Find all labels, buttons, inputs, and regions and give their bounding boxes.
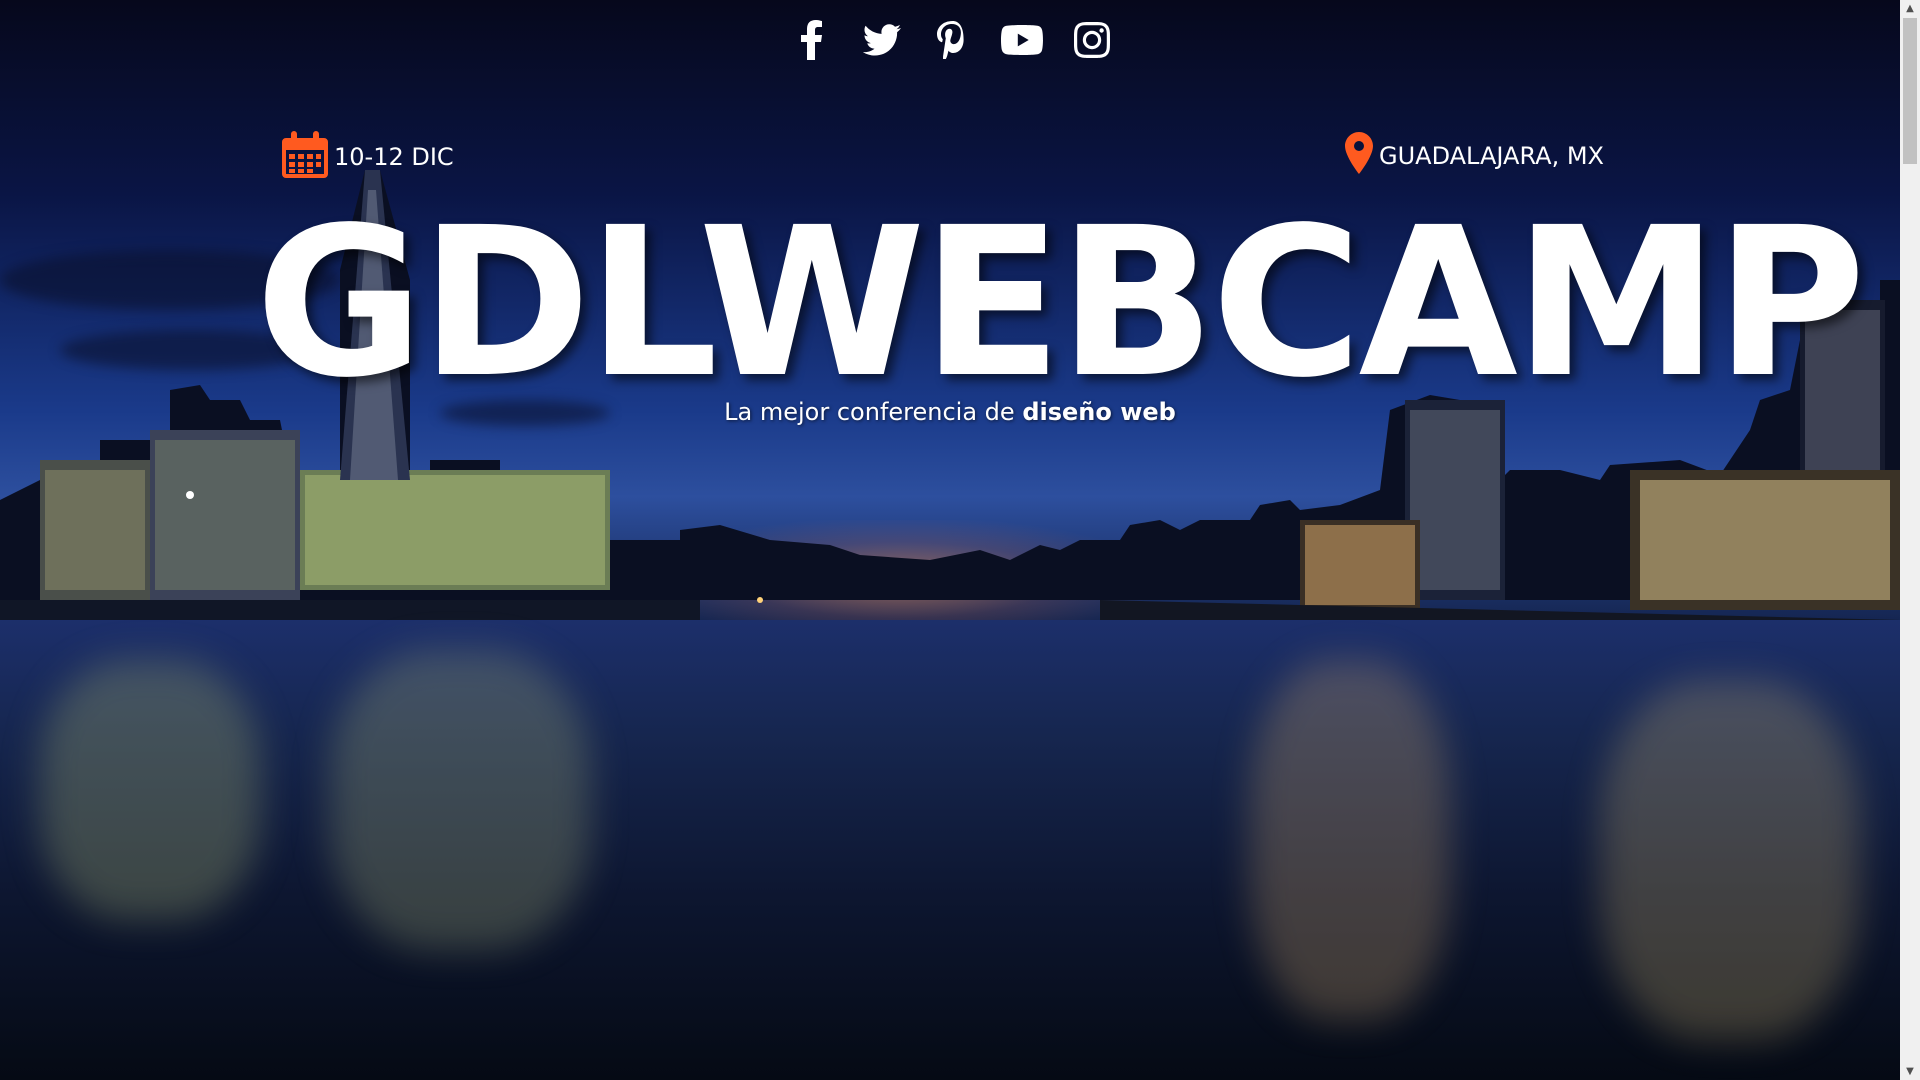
subtitle-highlight: diseño web	[1022, 398, 1176, 426]
youtube-icon[interactable]	[1000, 18, 1044, 62]
light-reflection	[40, 660, 260, 920]
river	[0, 620, 1900, 1080]
social-links	[790, 18, 1114, 62]
twitter-icon[interactable]	[860, 18, 904, 62]
scrollbar-thumb[interactable]	[1903, 18, 1917, 164]
subtitle-text: La mejor conferencia de	[724, 398, 1023, 426]
site-title: GDLWEBCAMP	[255, 183, 1866, 423]
scroll-up-arrow-icon[interactable]: ▲	[1900, 0, 1920, 17]
light-reflection	[1600, 680, 1860, 1040]
pinterest-icon[interactable]	[930, 18, 974, 62]
vertical-scrollbar[interactable]: ▲ ▼	[1900, 0, 1920, 1080]
instagram-icon[interactable]	[1070, 18, 1114, 62]
facebook-icon[interactable]	[790, 18, 834, 62]
event-date: 10-12 DIC	[282, 130, 454, 184]
calendar-icon	[282, 130, 328, 184]
light-reflection	[1250, 660, 1450, 1020]
scroll-down-arrow-icon[interactable]: ▼	[1900, 1063, 1920, 1080]
event-location: GUADALAJARA, MX	[1345, 132, 1604, 180]
map-marker-icon	[1345, 132, 1373, 180]
event-date-text: 10-12 DIC	[334, 143, 454, 171]
event-location-text: GUADALAJARA, MX	[1379, 142, 1604, 170]
light-reflection	[330, 650, 590, 950]
site-subtitle: La mejor conferencia de diseño web	[660, 398, 1240, 426]
